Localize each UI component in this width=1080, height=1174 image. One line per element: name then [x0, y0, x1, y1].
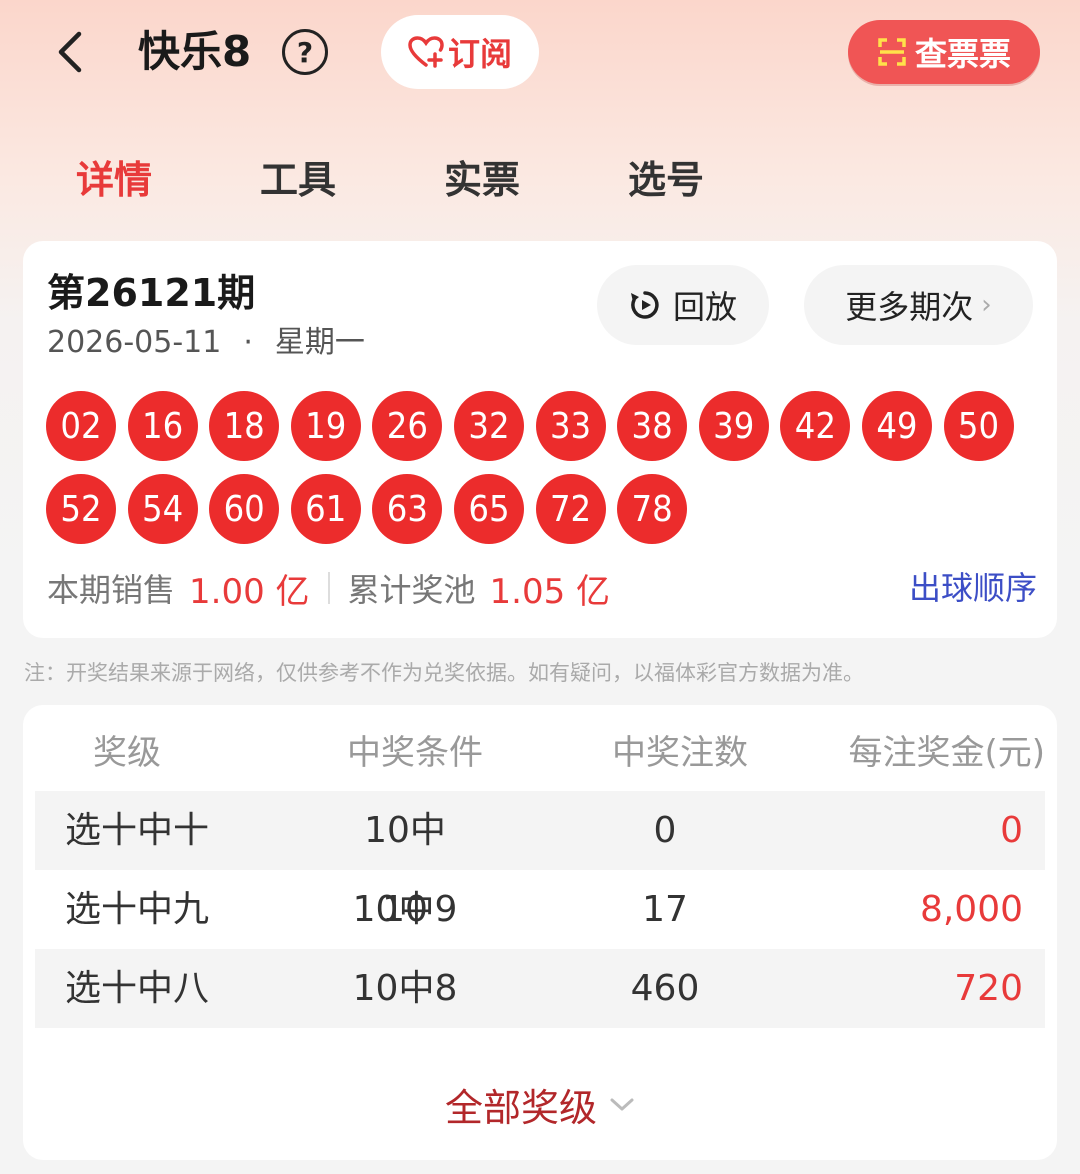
ball-order-link[interactable]: 出球顺序 — [909, 563, 1037, 613]
number-ball: 42 — [780, 391, 851, 461]
pool-value: 1.05 亿 — [489, 571, 611, 612]
number-ball: 61 — [290, 474, 361, 544]
prize-count: 0 — [653, 810, 677, 851]
header-count: 中奖注数 — [612, 733, 748, 773]
number-ball: 19 — [290, 391, 361, 461]
number-ball: 39 — [698, 391, 769, 461]
prize-count: 17 — [642, 889, 688, 930]
prize-condition: 10中8 — [352, 968, 458, 1009]
number-ball: 26 — [372, 391, 443, 461]
table-row: 选十中十 10中10 0 0 — [35, 791, 1045, 930]
tab-tools[interactable]: 工具 — [260, 150, 336, 210]
tab-details[interactable]: 详情 — [76, 150, 152, 210]
number-ball: 63 — [372, 474, 443, 544]
number-ball: 33 — [535, 391, 606, 461]
number-ball: 60 — [209, 474, 280, 544]
back-button[interactable] — [40, 22, 100, 82]
tab-real-tickets[interactable]: 实票 — [444, 150, 520, 210]
divider — [327, 572, 330, 604]
prize-level: 选十中九 — [65, 889, 210, 930]
draw-date: 2026-05-11 — [47, 325, 222, 360]
replay-icon — [630, 291, 659, 319]
header-amount: 每注奖金(元) — [848, 733, 1045, 773]
ball-row-1: 02 16 18 19 26 32 33 38 39 42 49 50 — [46, 391, 1046, 461]
chevron-left-icon — [58, 31, 82, 73]
more-issues-button[interactable]: 更多期次 › — [804, 265, 1033, 345]
ball-row-2: 52 54 60 61 63 65 72 78 — [46, 474, 1046, 544]
number-ball: 38 — [617, 391, 688, 461]
number-ball: 78 — [617, 474, 688, 544]
number-ball: 72 — [535, 474, 606, 544]
prize-amount: 720 — [954, 968, 1023, 1009]
disclaimer-note: 注：开奖结果来源于网络，仅供参考不作为兑奖依据。如有疑问，以福体彩官方数据为准。 — [24, 661, 864, 685]
number-ball: 65 — [453, 474, 524, 544]
prize-level: 选十中十 — [65, 810, 210, 851]
tab-pick-numbers[interactable]: 选号 — [628, 150, 704, 210]
prize-level: 选十中八 — [65, 968, 210, 1009]
replay-button[interactable]: 回放 — [597, 265, 769, 345]
issue-date-row: 2026-05-11 · 星期一 — [47, 325, 365, 361]
issue-number: 第26121期 — [47, 271, 256, 315]
table-row: 选十中八 10中8 460 720 — [35, 949, 1045, 1028]
prize-amount: 0 — [1000, 810, 1023, 851]
prize-count: 460 — [630, 968, 700, 1009]
sales-row: 本期销售 1.00 亿 累计奖池 1.05 亿 出球顺序 — [47, 563, 1037, 613]
number-ball: 18 — [209, 391, 280, 461]
number-ball: 02 — [46, 391, 116, 461]
subscribe-button[interactable]: 订阅 — [381, 15, 539, 89]
number-ball: 50 — [943, 391, 1014, 461]
replay-label: 回放 — [672, 288, 737, 326]
subscribe-label: 订阅 — [447, 35, 512, 73]
scan-icon — [878, 38, 906, 66]
chevron-right-icon: › — [981, 290, 992, 320]
draw-result-card: 第26121期 2026-05-11 · 星期一 回放 更多期次 › 02 16 1… — [23, 241, 1057, 638]
draw-weekday: 星期一 — [274, 325, 365, 360]
heart-plus-icon — [408, 36, 444, 68]
table-row: 选十中九 10中9 17 8,000 — [35, 870, 1045, 949]
top-bar: 快乐8 ? 订阅 查票票 — [0, 0, 1080, 110]
chevron-down-icon — [610, 1098, 634, 1110]
winning-numbers: 02 16 18 19 26 32 33 38 39 42 49 50 52 54 60 61 63 65 72 7… — [46, 391, 1046, 557]
prize-table: 选十中十 10中10 0 0 选十中九 10中9 17 8,000 选十中八 1… — [35, 791, 1045, 1028]
number-ball: 32 — [453, 391, 524, 461]
check-ticket-button[interactable]: 查票票 — [848, 20, 1040, 84]
all-levels-button[interactable]: 全部奖级 — [23, 1077, 1057, 1132]
date-separator: · — [243, 325, 253, 360]
prize-table-card: 奖级 中奖条件 中奖注数 每注奖金(元) 选十中十 10中10 0 0 选十中九… — [23, 705, 1057, 1160]
all-levels-label: 全部奖级 — [444, 1086, 597, 1130]
help-icon[interactable]: ? — [282, 29, 328, 75]
tab-bar: 详情 工具 实票 选号 — [0, 150, 1080, 210]
prize-amount: 8,000 — [919, 889, 1023, 930]
more-issues-label: 更多期次 — [845, 288, 974, 326]
check-ticket-label: 查票票 — [914, 35, 1011, 73]
page-title: 快乐8 — [138, 27, 252, 76]
number-ball: 54 — [127, 474, 198, 544]
header-level: 奖级 — [93, 733, 161, 773]
sales-value: 1.00 亿 — [189, 571, 310, 612]
pool-label: 累计奖池 — [347, 571, 476, 609]
header-condition: 中奖条件 — [347, 733, 483, 773]
prize-condition: 10中9 — [352, 889, 458, 930]
sales-label: 本期销售 — [47, 571, 176, 609]
number-ball: 16 — [127, 391, 198, 461]
number-ball: 52 — [46, 474, 116, 544]
number-ball: 49 — [861, 391, 932, 461]
prize-table-header: 奖级 中奖条件 中奖注数 每注奖金(元) — [35, 721, 1045, 785]
